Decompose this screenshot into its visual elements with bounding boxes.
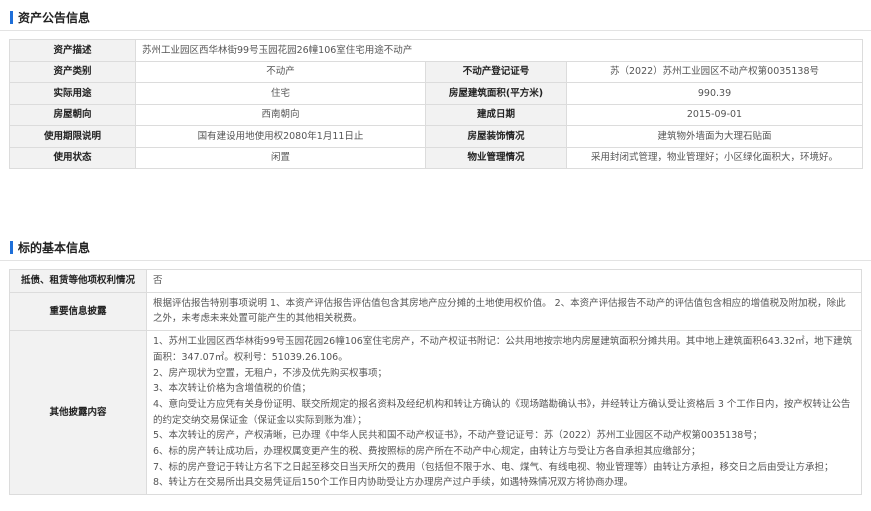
other-line: 1、苏州工业园区西华林街99号玉园花园26幢106室住宅房产，不动产权证书附记：… bbox=[153, 336, 853, 363]
row-label: 使用状态 bbox=[9, 146, 136, 169]
table-row: 实际用途 住宅 房屋建筑面积(平方米) 990.39 bbox=[9, 82, 863, 105]
table-row: 抵债、租赁等他项权利情况 否 bbox=[9, 269, 862, 293]
row-value: 不动产 bbox=[135, 60, 426, 83]
row-value: 国有建设用地使用权2080年1月11日止 bbox=[135, 125, 426, 148]
table-row: 其他披露内容 1、苏州工业园区西华林街99号玉园花园26幢106室住宅房产，不动… bbox=[9, 330, 862, 496]
other-line: 2、房产现状为空置，无租户，不涉及优先购买权事项； bbox=[153, 367, 388, 379]
other-line: 5、本次转让的房产，产权清晰，已办理《中华人民共和国不动产权证书》，不动产登记证… bbox=[153, 430, 763, 442]
row-value: 闲置 bbox=[135, 146, 426, 169]
row-label: 资产类别 bbox=[9, 60, 136, 83]
row-label: 房屋装饰情况 bbox=[425, 125, 567, 148]
table-row: 使用期限说明 国有建设用地使用权2080年1月11日止 房屋装饰情况 建筑物外墙… bbox=[9, 125, 863, 148]
other-line: 4、意向受让方应凭有关身份证明、联交所规定的报名资料及经纪机构和转让方确认的《现… bbox=[153, 398, 851, 426]
table-row: 使用状态 闲置 物业管理情况 采用封闭式管理，物业管理好；小区绿化面积大，环境好… bbox=[9, 146, 863, 169]
other-value: 1、苏州工业园区西华林街99号玉园花园26幢106室住宅房产，不动产权证书附记：… bbox=[146, 330, 862, 496]
other-line: 7、标的房产登记于转让方名下之日起至移交日当天所欠的费用（包括但不限于水、电、煤… bbox=[153, 461, 834, 473]
section-title: 资产公告信息 bbox=[18, 10, 91, 25]
row-label: 房屋建筑面积(平方米) bbox=[425, 82, 567, 105]
row-value: 采用封闭式管理，物业管理好；小区绿化面积大，环境好。 bbox=[566, 146, 863, 169]
basic-info-table: 抵债、租赁等他项权利情况 否 重要信息披露 根据评估报告特别事项说明 1、本资产… bbox=[9, 269, 862, 496]
row-value: 住宅 bbox=[135, 82, 426, 105]
table-row: 房屋朝向 西南朝向 建成日期 2015-09-01 bbox=[9, 103, 863, 126]
row-label: 物业管理情况 bbox=[425, 146, 567, 169]
section-header-asset: 资产公告信息 bbox=[10, 10, 91, 25]
row-value: 990.39 bbox=[566, 82, 863, 105]
row-value: 建筑物外墙面为大理石贴面 bbox=[566, 125, 863, 148]
row-label: 实际用途 bbox=[9, 82, 136, 105]
row-label: 建成日期 bbox=[425, 103, 567, 126]
row-value: 2015-09-01 bbox=[566, 103, 863, 126]
row-value: 苏（2022）苏州工业园区不动产权第0035138号 bbox=[566, 60, 863, 83]
important-label: 重要信息披露 bbox=[9, 291, 147, 332]
asset-desc-value: 苏州工业园区西华林街99号玉园花园26幢106室住宅用途不动产 bbox=[135, 39, 863, 62]
divider bbox=[0, 260, 871, 261]
divider bbox=[0, 30, 871, 31]
mortgage-value: 否 bbox=[146, 269, 862, 293]
table-row: 资产描述 苏州工业园区西华林街99号玉园花园26幢106室住宅用途不动产 bbox=[9, 39, 863, 62]
other-line: 8、转让方在交易所出具交易凭证后150个工作日内协助受让方办理房产过户手续，如遇… bbox=[153, 477, 634, 489]
section-accent-bar bbox=[10, 10, 13, 24]
section-header-basic: 标的基本信息 bbox=[10, 240, 91, 255]
row-value: 西南朝向 bbox=[135, 103, 426, 126]
asset-info-table: 资产描述 苏州工业园区西华林街99号玉园花园26幢106室住宅用途不动产 资产类… bbox=[9, 39, 863, 169]
table-row: 重要信息披露 根据评估报告特别事项说明 1、本资产评估报告评估值包含其房地产应分… bbox=[9, 291, 862, 332]
row-label: 使用期限说明 bbox=[9, 125, 136, 148]
other-line: 3、本次转让价格为含增值税的价值； bbox=[153, 383, 312, 395]
row-label: 不动产登记证号 bbox=[425, 60, 567, 83]
mortgage-label: 抵债、租赁等他项权利情况 bbox=[9, 269, 147, 293]
other-label: 其他披露内容 bbox=[9, 330, 147, 496]
table-row: 资产类别 不动产 不动产登记证号 苏（2022）苏州工业园区不动产权第00351… bbox=[9, 60, 863, 83]
important-value: 根据评估报告特别事项说明 1、本资产评估报告评估值包含其房地产应分摊的土地使用权… bbox=[146, 291, 862, 332]
section-accent-bar bbox=[10, 240, 13, 254]
other-line: 6、标的房产转让成功后，办理权属变更产生的税、费按照标的房产所在不动产中心规定，… bbox=[153, 446, 701, 458]
asset-desc-label: 资产描述 bbox=[9, 39, 136, 62]
section-title: 标的基本信息 bbox=[18, 240, 91, 255]
row-label: 房屋朝向 bbox=[9, 103, 136, 126]
